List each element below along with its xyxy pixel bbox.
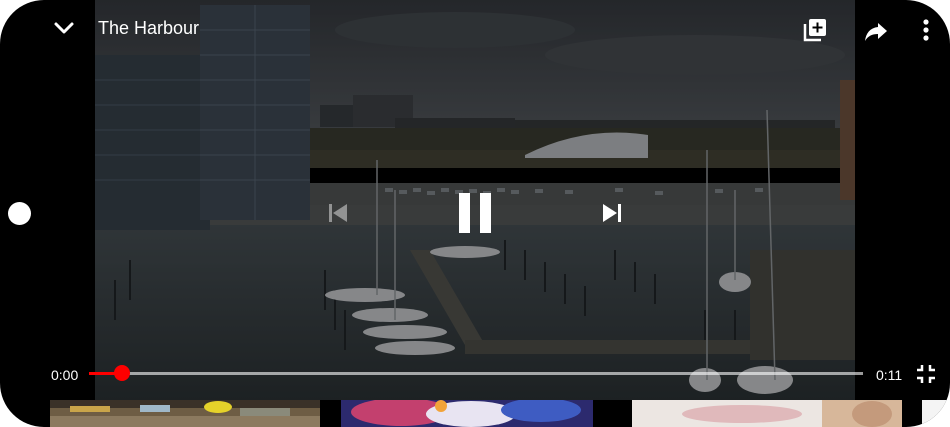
camera-cutout xyxy=(8,202,31,225)
next-thumbnail-edge xyxy=(922,400,950,427)
share-icon[interactable] xyxy=(862,18,890,46)
playlist-add-icon[interactable] xyxy=(801,16,829,44)
progress-track[interactable] xyxy=(89,372,863,375)
current-time: 0:00 xyxy=(51,367,79,383)
scrubber-handle[interactable] xyxy=(114,365,130,381)
more-vert-icon[interactable] xyxy=(914,16,938,44)
skip-previous-icon[interactable] xyxy=(325,200,351,226)
chevron-down-icon[interactable] xyxy=(50,14,78,42)
skip-next-icon[interactable] xyxy=(599,200,625,226)
restaurant-interior-thumbnail[interactable] xyxy=(50,400,320,427)
phone-frame: The Harbour 0:00 0:11 xyxy=(0,0,950,427)
fullscreen-exit-icon[interactable] xyxy=(914,362,938,386)
painting-hands-thumbnail[interactable] xyxy=(632,400,902,427)
video-title: The Harbour xyxy=(98,18,200,38)
duration: 0:11 xyxy=(876,367,903,383)
paint-art-thumbnail[interactable] xyxy=(341,400,593,427)
pause-icon[interactable] xyxy=(452,190,498,236)
